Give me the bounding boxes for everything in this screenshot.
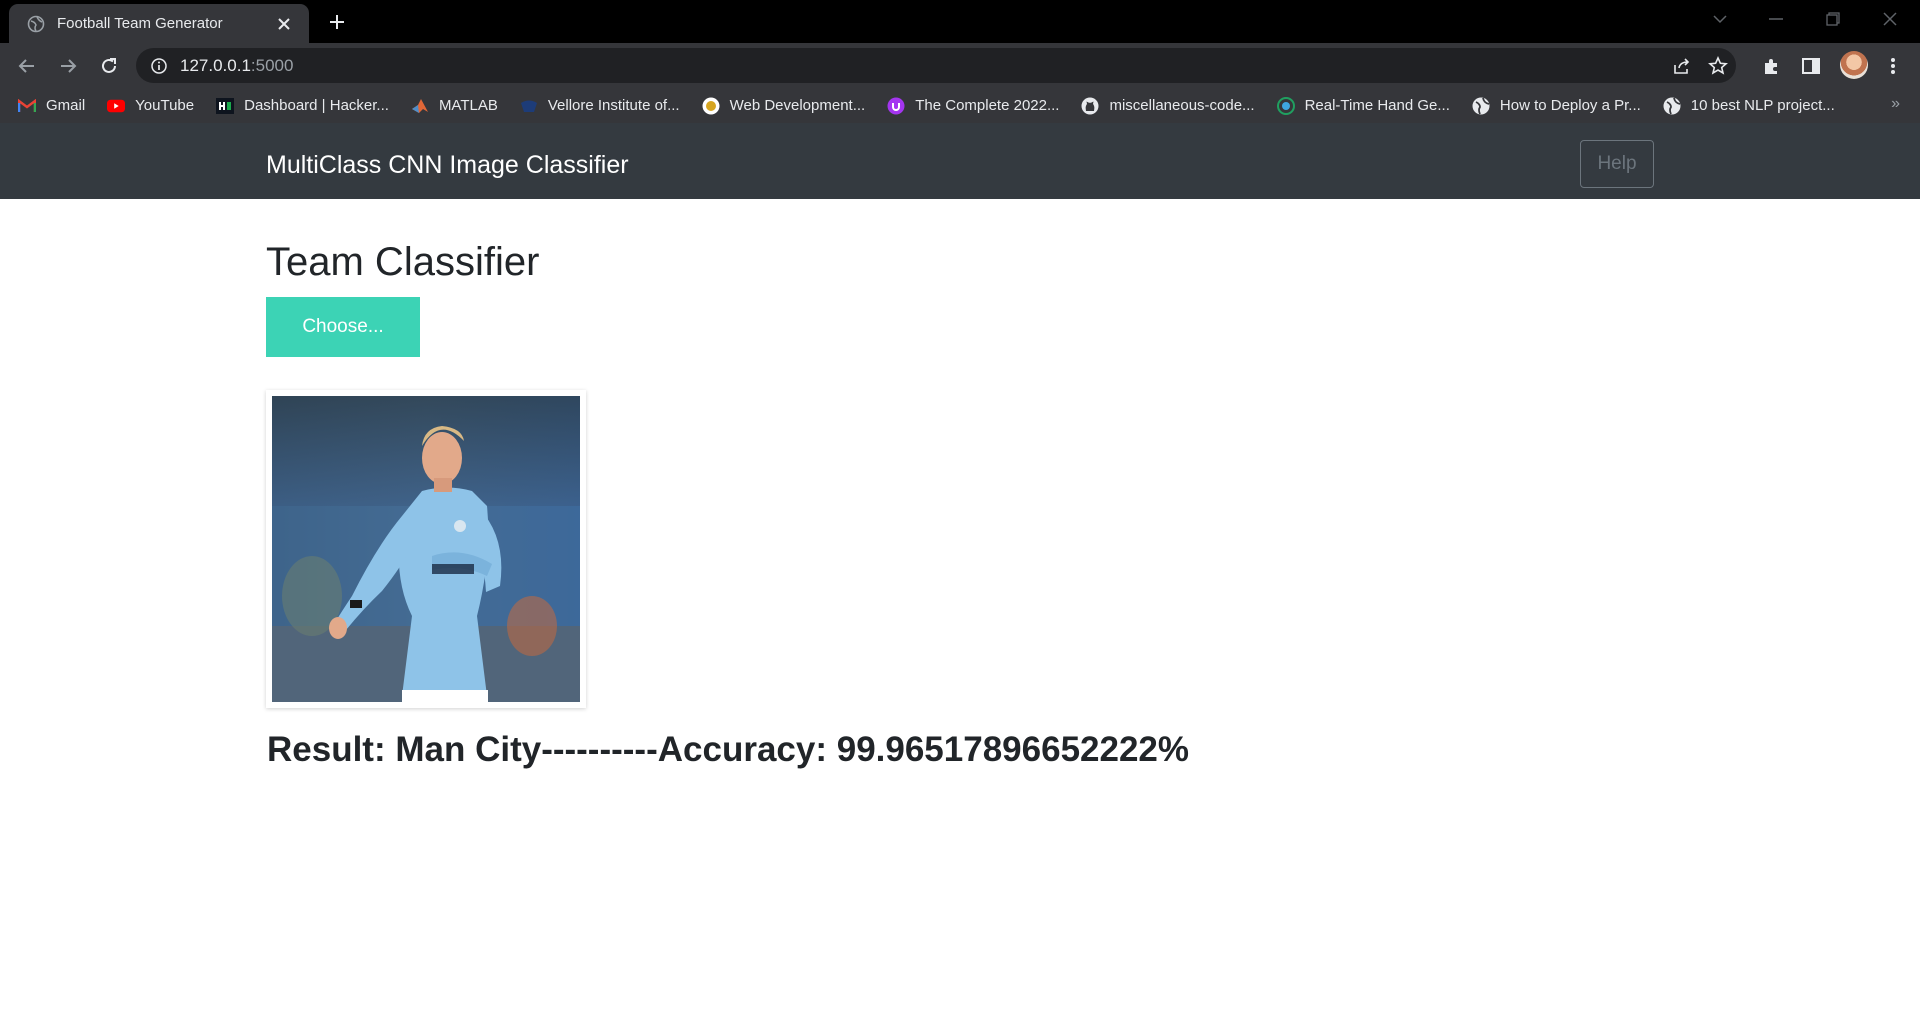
github-icon [1081, 97, 1099, 115]
menu-kebab-icon[interactable] [1879, 52, 1907, 80]
navbar-brand[interactable]: MultiClass CNN Image Classifier [266, 151, 629, 180]
bookmark-youtube[interactable]: YouTube [107, 97, 194, 115]
extensions-icon[interactable] [1758, 52, 1786, 80]
vit-icon [520, 97, 538, 115]
browser-toolbar: 127.0.0.1:5000 [0, 43, 1920, 88]
profile-avatar[interactable] [1840, 51, 1868, 79]
player-photo [272, 396, 580, 702]
new-tab-icon[interactable] [322, 7, 352, 37]
minimize-icon[interactable] [1756, 4, 1796, 34]
restore-icon[interactable] [1813, 4, 1853, 34]
bookmark-complete-2022[interactable]: The Complete 2022... [887, 97, 1059, 115]
reload-icon[interactable] [94, 51, 124, 81]
site-navbar: MultiClass CNN Image Classifier Help [0, 123, 1920, 199]
classification-result: Result: Man City----------Accuracy: 99.9… [267, 730, 1190, 769]
tab-title: Football Team Generator [57, 15, 223, 32]
globe-icon [27, 15, 45, 33]
choose-file-button[interactable]: Choose... [266, 297, 420, 357]
bookmark-hand-gesture[interactable]: Real-Time Hand Ge... [1276, 96, 1450, 115]
tab-search-icon[interactable] [1700, 4, 1740, 34]
bookmark-web-development[interactable]: Web Development... [702, 97, 865, 115]
bookmark-matlab[interactable]: MATLAB [411, 97, 498, 115]
forward-icon[interactable] [53, 51, 83, 81]
bookmark-nlp-projects[interactable]: 10 best NLP project... [1663, 97, 1835, 115]
image-preview [266, 390, 586, 708]
globe-icon [1663, 97, 1681, 115]
hand-icon [1276, 96, 1295, 115]
globe-icon [1472, 97, 1490, 115]
bookmark-hackerrank[interactable]: Dashboard | Hacker... [216, 97, 389, 115]
bookmark-gmail[interactable]: Gmail [18, 97, 85, 115]
close-icon[interactable] [273, 13, 295, 35]
gmail-icon [18, 97, 36, 115]
bookmarks-overflow-icon[interactable]: » [1891, 95, 1900, 113]
udemy-icon [702, 97, 720, 115]
tab-strip: Football Team Generator [0, 0, 1920, 43]
info-icon[interactable] [150, 57, 168, 75]
back-icon[interactable] [12, 51, 42, 81]
side-panel-icon[interactable] [1797, 52, 1825, 80]
bookmark-github[interactable]: miscellaneous-code... [1081, 97, 1255, 115]
page-title: Team Classifier [266, 240, 540, 284]
bookmark-deploy[interactable]: How to Deploy a Pr... [1472, 97, 1641, 115]
bookmarks-bar: Gmail YouTube Dashboard | Hacker... MATL… [0, 88, 1920, 123]
matlab-icon [411, 97, 429, 115]
browser-tab[interactable]: Football Team Generator [9, 4, 309, 43]
close-window-icon[interactable] [1870, 4, 1910, 34]
address-bar[interactable]: 127.0.0.1:5000 [136, 48, 1736, 83]
bookmark-vit[interactable]: Vellore Institute of... [520, 97, 680, 115]
youtube-icon [107, 97, 126, 115]
url-port: :5000 [250, 55, 294, 75]
share-icon[interactable] [1668, 52, 1696, 80]
udemy-purple-icon [887, 97, 905, 115]
bookmark-star-icon[interactable] [1704, 52, 1732, 80]
help-button[interactable]: Help [1580, 140, 1654, 188]
url-host: 127.0.0.1 [180, 55, 251, 75]
hackerrank-icon [216, 97, 235, 115]
